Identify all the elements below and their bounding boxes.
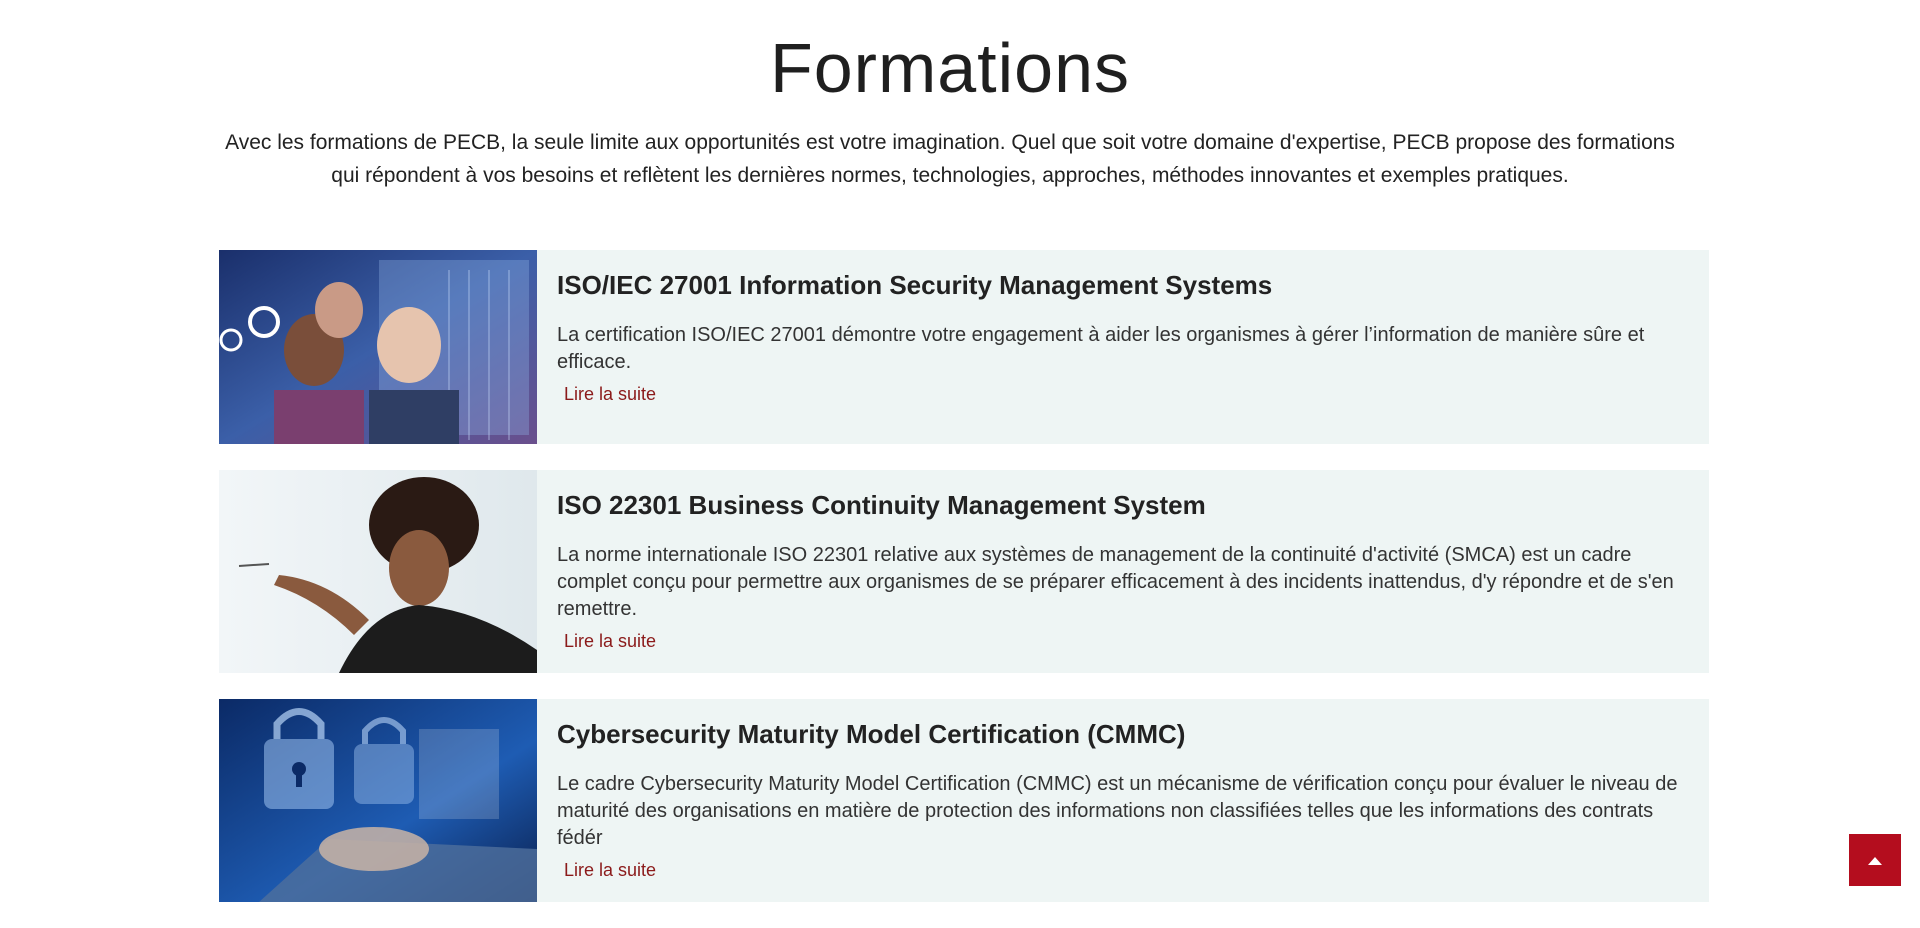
course-description: Le cadre Cybersecurity Maturity Model Ce… [557,773,1678,849]
read-more-link[interactable]: Lire la suite [564,860,656,881]
course-card: Cybersecurity Maturity Model Certificati… [219,699,1709,902]
course-list: ISO/IEC 27001 Information Security Manag… [219,250,1709,928]
course-card: ISO/IEC 27001 Information Security Manag… [219,250,1709,444]
course-description: La norme internationale ISO 22301 relati… [557,544,1674,620]
course-title[interactable]: ISO/IEC 27001 Information Security Manag… [557,268,1679,302]
read-more-link[interactable]: Lire la suite [564,631,656,652]
course-image[interactable] [219,250,537,444]
course-image[interactable] [219,699,537,902]
course-image[interactable] [219,470,537,673]
course-card: ISO 22301 Business Continuity Management… [219,470,1709,673]
scroll-to-top-button[interactable] [1849,834,1901,886]
chevron-up-icon [1868,857,1882,865]
read-more-link[interactable]: Lire la suite [564,384,656,405]
course-description: La certification ISO/IEC 27001 démontre … [557,324,1645,373]
page-title: Formations [769,29,1131,107]
course-title[interactable]: Cybersecurity Maturity Model Certificati… [557,717,1679,751]
course-title[interactable]: ISO 22301 Business Continuity Management… [557,488,1679,522]
intro-text: Avec les formations de PECB, la seule li… [225,131,1675,187]
